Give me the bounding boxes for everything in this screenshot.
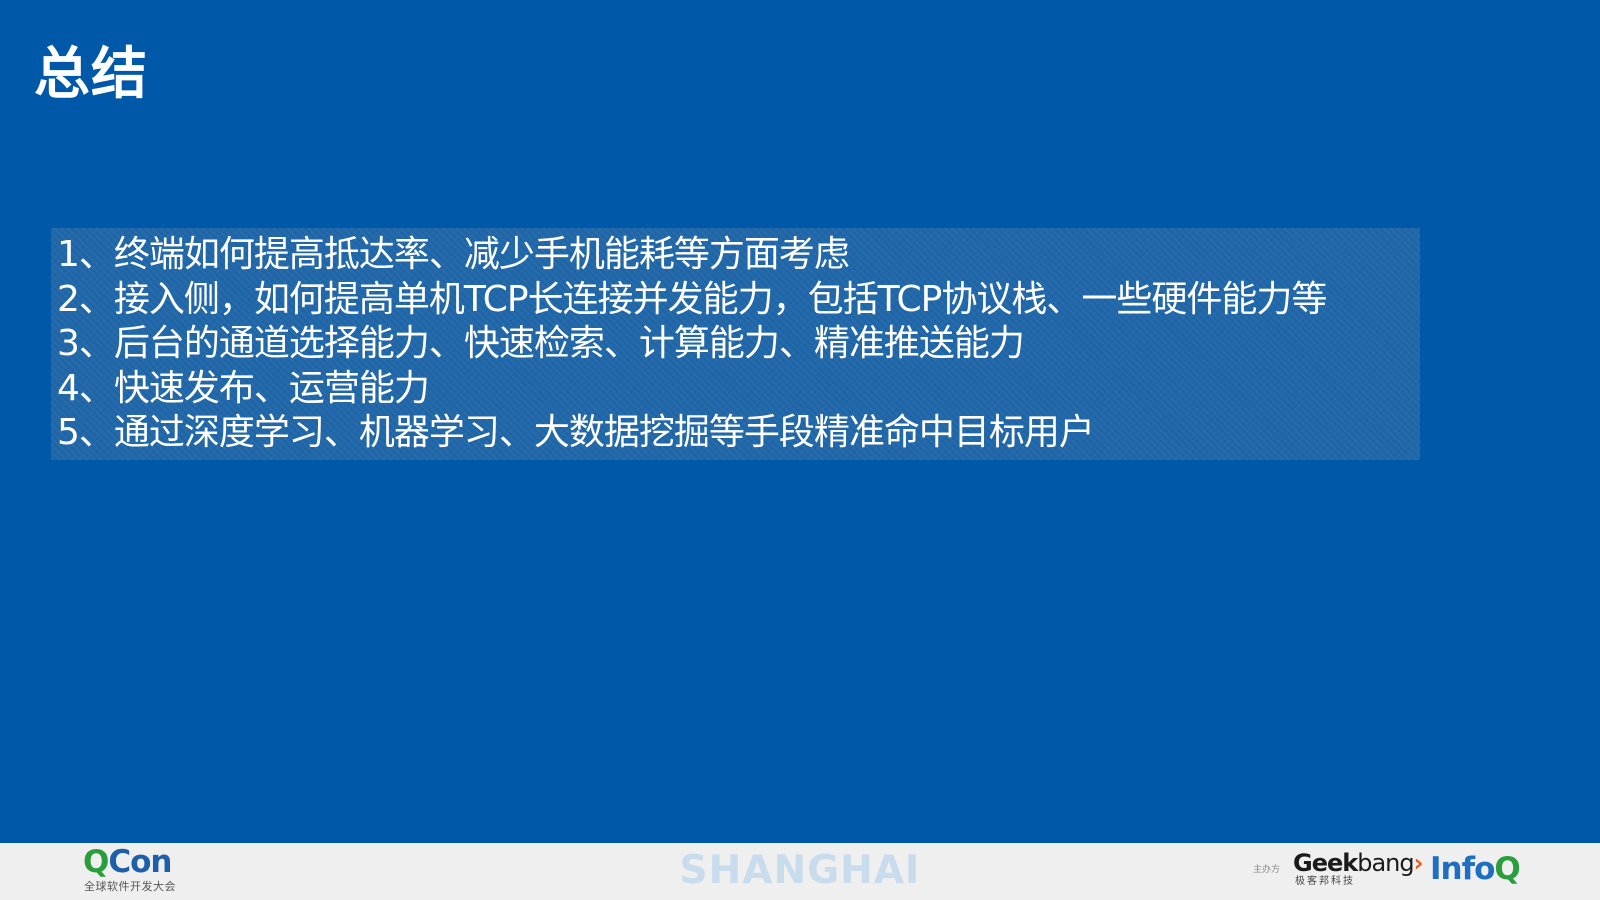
geekbang-logo: Geekbang› 极客邦科技: [1293, 849, 1424, 895]
footer-bar: QCon 全球软件开发大会 SHANGHAI 主办方 Geekbang› 极客邦…: [0, 843, 1600, 900]
geekbang-arrow-icon: ›: [1413, 849, 1424, 877]
infoq-info: Info: [1430, 851, 1495, 887]
infoq-logo: InfoQ: [1430, 849, 1521, 889]
infoq-q: Q: [1494, 851, 1520, 887]
summary-box: 1、终端如何提高抵达率、减少手机能耗等方面考虑 2、接入侧，如何提高单机TCP长…: [51, 228, 1420, 460]
summary-item: 2、接入侧，如何提高单机TCP长连接并发能力，包括TCP协议栈、一些硬件能力等: [57, 278, 1327, 320]
geekbang-bang: bang: [1357, 849, 1414, 877]
geekbang-gee: Gee: [1293, 849, 1343, 877]
summary-item: 1、终端如何提高抵达率、减少手机能耗等方面考虑: [57, 234, 850, 275]
summary-item: 5、通过深度学习、机器学习、大数据挖掘等手段精准命中目标用户: [57, 412, 1095, 453]
slide: 总结 1、终端如何提高抵达率、减少手机能耗等方面考虑 2、接入侧，如何提高单机T…: [0, 0, 1600, 843]
geekbang-subtitle: 极客邦科技: [1295, 876, 1355, 887]
summary-item: 4、快速发布、运营能力: [57, 367, 430, 409]
geekbang-k: k: [1342, 849, 1358, 877]
sponsor-label: 主办方: [1253, 865, 1281, 875]
summary-list: 1、终端如何提高抵达率、减少手机能耗等方面考虑 2、接入侧，如何提高单机TCP长…: [51, 228, 1420, 456]
geekbang-wordmark: Geekbang›: [1293, 849, 1424, 877]
slide-title: 总结: [34, 42, 148, 107]
summary-item: 3、后台的通道选择能力、快速检索、计算能力、精准推送能力: [57, 323, 1025, 364]
